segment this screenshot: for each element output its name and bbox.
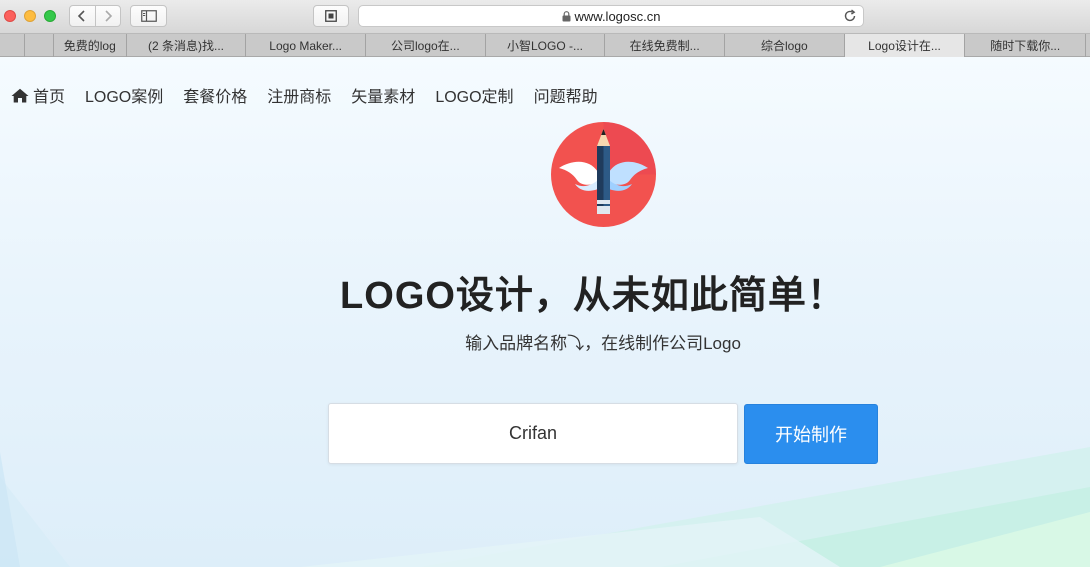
nav-home-label: 首页 [33,89,66,106]
main-nav: 首页 LOGO案例 套餐价格 注册商标 矢量素材 LOGO定制 问题帮助 [11,83,618,107]
url-text: www.logosc.cn [574,8,661,24]
close-window-button[interactable] [4,10,16,22]
nav-help[interactable]: 问题帮助 [534,83,598,107]
brand-name-input[interactable] [328,403,738,464]
hero-subline: 输入品牌名称⤵，在线制作公司Logo [465,334,741,353]
reload-icon[interactable] [843,9,857,26]
forward-button[interactable] [94,6,120,26]
nav-home[interactable]: 首页 [11,83,65,107]
address-bar[interactable]: www.logosc.cn [358,5,864,27]
sidebar-icon [140,10,157,22]
tab-xiaozhi-logo[interactable]: 小智LOGO -... [486,34,606,57]
sidebar-toggle-button[interactable] [130,5,167,27]
hero-headline: LOGO设计，从未如此简单！ [340,275,846,317]
home-icon [11,88,29,103]
start-create-button[interactable]: 开始制作 [744,404,878,464]
chevron-left-icon [78,10,86,22]
chevron-right-icon [105,10,113,22]
nav-pricing[interactable]: 套餐价格 [183,83,247,107]
zoom-window-button[interactable] [44,10,56,22]
tab-messages[interactable]: (2 条消息)找... [127,34,247,57]
reader-view-button[interactable] [313,5,349,27]
nav-trademark[interactable]: 注册商标 [267,83,331,107]
minimize-window-button[interactable] [24,10,36,22]
nav-cases[interactable]: LOGO案例 [85,83,163,107]
tab-strip: 免费的log (2 条消息)找... Logo Maker... 公司logo在… [0,34,1090,57]
tab-logo-design-active[interactable]: Logo设计在... [844,34,966,57]
tab-pinned-1[interactable] [0,34,25,57]
back-button[interactable] [70,6,95,26]
tab-general-logo[interactable]: 综合logo [725,34,845,57]
tab-company-logo[interactable]: 公司logo在... [366,34,486,57]
nav-custom[interactable]: LOGO定制 [435,83,513,107]
tab-pinned-2[interactable] [25,34,54,57]
tab-free-logo[interactable]: 免费的log [54,34,127,57]
lock-icon [562,10,571,22]
browser-toolbar: www.logosc.cn [0,0,1090,34]
tab-overflow [1086,34,1090,57]
reader-icon [325,10,337,22]
tab-online-free[interactable]: 在线免费制... [605,34,726,57]
web-page: 首页 LOGO案例 套餐价格 注册商标 矢量素材 LOGO定制 问题帮助 LOG… [0,57,1090,567]
history-nav-group [69,5,121,27]
winged-pencil-icon [551,122,656,227]
tab-download[interactable]: 随时下载你... [965,34,1087,57]
nav-vector[interactable]: 矢量素材 [351,83,415,107]
tab-logo-maker[interactable]: Logo Maker... [246,34,366,57]
